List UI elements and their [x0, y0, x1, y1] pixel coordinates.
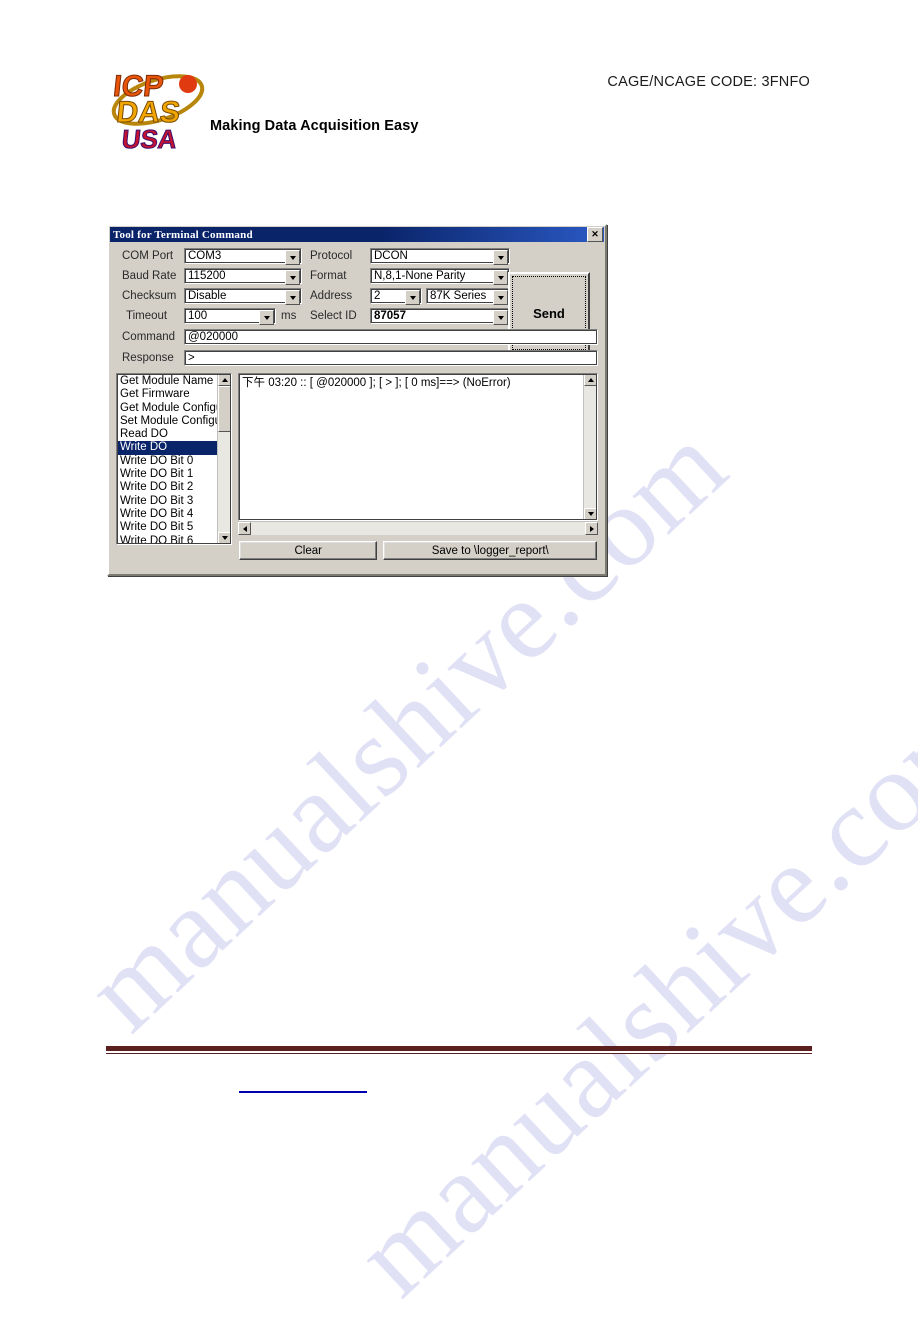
command-list[interactable]: Get Module Name Get Firmware Get Module Co…: [116, 373, 232, 545]
chevron-down-icon[interactable]: [405, 290, 420, 305]
module-series-select[interactable]: 87K Series: [426, 288, 510, 305]
command-list-item[interactable]: Write DO Bit 4: [118, 508, 217, 521]
log-vertical-scrollbar[interactable]: [583, 374, 597, 520]
checksum-label: Checksum: [122, 290, 177, 302]
lower-pane: Get Module Name Get Firmware Get Module Co…: [116, 373, 598, 560]
svg-text:USA: USA: [120, 124, 178, 152]
timeout-label: Timeout: [126, 310, 168, 322]
command-list-item[interactable]: Get Firmware: [118, 388, 217, 401]
footer-rule-thin: [106, 1053, 812, 1054]
scrollbar-track[interactable]: [218, 432, 231, 532]
response-input: >: [184, 350, 598, 366]
checksum-value: Disable: [188, 290, 227, 302]
chevron-down-icon[interactable]: [493, 310, 508, 325]
close-icon[interactable]: ✕: [587, 227, 603, 242]
response-value: >: [188, 352, 195, 364]
page-header: ICP DAS USA Making Data Acquisition Easy…: [0, 0, 918, 185]
timeout-select[interactable]: 100: [184, 308, 276, 325]
command-row: Command @020000: [116, 329, 598, 345]
address-label: Address: [310, 290, 353, 302]
connection-settings-form: COM Port COM3 Protocol DCON Baud Rate 11…: [116, 248, 520, 325]
log-pane: 下午 03:20 :: [ @020000 ]; [ > ]; [ 0 ms]=…: [238, 373, 598, 560]
response-row: Response >: [116, 350, 598, 366]
baud-rate-select[interactable]: 115200: [184, 268, 302, 285]
footer-divider: [106, 1046, 812, 1054]
scroll-down-icon[interactable]: [218, 532, 231, 544]
response-label: Response: [122, 352, 174, 364]
log-content: 下午 03:20 :: [ @020000 ]; [ > ]; [ 0 ms]=…: [239, 374, 583, 520]
scrollbar-thumb[interactable]: [218, 386, 231, 432]
command-list-item[interactable]: Write DO Bit 5: [118, 521, 217, 534]
select-id-label: Select ID: [310, 310, 357, 322]
command-list-item[interactable]: Get Module Name: [118, 375, 217, 388]
company-logo: ICP DAS USA Making Data Acquisition Easy: [108, 62, 448, 157]
action-buttons: Clear Save to \logger_report\: [238, 541, 598, 560]
command-list-item[interactable]: Write DO Bit 1: [118, 468, 217, 481]
command-list-item[interactable]: Write DO Bit 3: [118, 495, 217, 508]
format-label: Format: [310, 270, 347, 282]
icpdas-logo-icon: ICP DAS USA: [111, 70, 205, 152]
chevron-down-icon[interactable]: [493, 270, 508, 285]
command-list-item[interactable]: Get Module Configure: [118, 402, 217, 415]
watermark-text: manualshive.com: [331, 665, 918, 1320]
command-list-items: Get Module Name Get Firmware Get Module Co…: [117, 374, 217, 544]
chevron-down-icon[interactable]: [285, 270, 300, 285]
select-id-select[interactable]: 87057: [370, 308, 510, 325]
protocol-label: Protocol: [310, 250, 353, 262]
command-label: Command: [122, 331, 176, 343]
command-list-item[interactable]: Write DO Bit 6: [118, 535, 217, 544]
save-to-logger-report-button[interactable]: Save to \logger_report\: [383, 541, 597, 560]
protocol-select[interactable]: DCON: [370, 248, 510, 265]
log-textarea[interactable]: 下午 03:20 :: [ @020000 ]; [ > ]; [ 0 ms]=…: [238, 373, 598, 521]
select-id-value: 87057: [374, 310, 406, 322]
command-list-item[interactable]: Set Module Configure: [118, 415, 217, 428]
format-value: N,8,1-None Parity: [374, 270, 466, 282]
com-port-label: COM Port: [122, 250, 174, 262]
scrollbar-track[interactable]: [251, 522, 585, 535]
address-value: 2: [374, 290, 381, 302]
address-select[interactable]: 2: [370, 288, 422, 305]
scroll-left-icon[interactable]: [238, 522, 251, 535]
com-port-value: COM3: [188, 250, 222, 262]
send-button-label: Send: [533, 305, 565, 321]
timeout-value: 100: [188, 310, 208, 322]
command-list-scrollbar[interactable]: [217, 374, 231, 544]
log-line: 下午 03:20 :: [ @020000 ]; [ > ]; [ 0 ms]=…: [242, 377, 511, 389]
command-list-item[interactable]: Read DO: [118, 428, 217, 441]
chevron-down-icon[interactable]: [285, 290, 300, 305]
terminal-command-dialog: Tool for Terminal Command ✕ COM Port COM…: [107, 224, 607, 576]
protocol-value: DCON: [374, 250, 408, 262]
cage-code-text: CAGE/NCAGE CODE: 3FNFO: [607, 74, 810, 90]
command-list-item[interactable]: Write DO Bit 2: [118, 481, 217, 494]
dialog-client-area: COM Port COM3 Protocol DCON Baud Rate 11…: [109, 242, 605, 565]
chevron-down-icon[interactable]: [285, 250, 300, 265]
logo-tagline: Making Data Acquisition Easy: [210, 118, 419, 134]
checksum-select[interactable]: Disable: [184, 288, 302, 305]
command-input[interactable]: @020000: [184, 329, 598, 345]
clear-button[interactable]: Clear: [239, 541, 378, 560]
footer-hyperlink[interactable]: [239, 1078, 367, 1093]
log-horizontal-scrollbar[interactable]: [238, 521, 598, 535]
scrollbar-track[interactable]: [584, 386, 597, 508]
address-row: 2 87K Series: [370, 288, 520, 305]
command-list-item[interactable]: Write DO Bit 0: [118, 455, 217, 468]
chevron-down-icon[interactable]: [493, 290, 508, 305]
dialog-titlebar[interactable]: Tool for Terminal Command ✕: [110, 227, 604, 242]
dialog-title: Tool for Terminal Command: [113, 228, 253, 241]
scroll-up-icon[interactable]: [584, 374, 597, 386]
chevron-down-icon[interactable]: [259, 310, 274, 325]
scroll-up-icon[interactable]: [218, 374, 231, 386]
format-select[interactable]: N,8,1-None Parity: [370, 268, 510, 285]
scroll-right-icon[interactable]: [585, 522, 598, 535]
command-value: @020000: [188, 331, 239, 343]
command-list-item[interactable]: Write DO: [118, 441, 217, 455]
scroll-down-icon[interactable]: [584, 508, 597, 520]
chevron-down-icon[interactable]: [493, 250, 508, 265]
module-series-value: 87K Series: [430, 290, 487, 302]
com-port-select[interactable]: COM3: [184, 248, 302, 265]
baud-rate-value: 115200: [188, 270, 226, 282]
timeout-unit-label: ms: [281, 310, 297, 322]
baud-rate-label: Baud Rate: [122, 270, 177, 282]
